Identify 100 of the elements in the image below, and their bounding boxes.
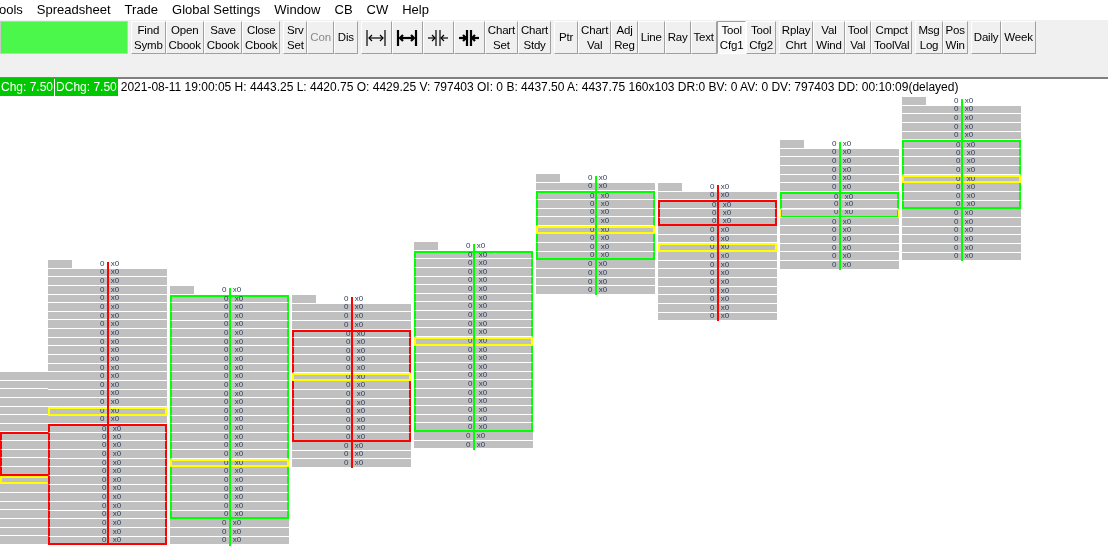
menu-item[interactable]: Trade <box>124 0 159 20</box>
volume-cell: 0 x0 <box>780 260 899 270</box>
narrow-arrows-icon <box>427 28 450 47</box>
volume-cell: 0 x0 <box>292 415 411 425</box>
volume-cell: 0 x0 <box>780 165 899 175</box>
volume-cell: 0 x0 <box>658 200 777 209</box>
volume-cell: 0 x0 <box>48 467 167 476</box>
toolbar-button[interactable]: Val Wind <box>813 21 845 54</box>
volume-cell: 0 x0 <box>48 441 167 451</box>
volume-cell: 0 x0 <box>536 243 655 252</box>
volume-cell: 0 x0 <box>658 312 777 322</box>
volume-cell: 0 x0 <box>170 329 289 338</box>
toolbar-icon-button[interactable] <box>360 21 392 54</box>
toolbar-button[interactable]: Pos Win <box>942 21 968 54</box>
toolbar-button[interactable]: Tool Val <box>844 21 871 54</box>
volume-cell: 0 x0 <box>170 303 289 312</box>
volume-cell: 0 x0 <box>170 467 289 477</box>
menu-item[interactable]: Spreadsheet <box>36 0 111 20</box>
volume-cell: 0 x0 <box>658 295 777 304</box>
volume-cell: 0 x0 <box>170 398 289 407</box>
toolbar-button[interactable]: Msg Log <box>915 21 943 54</box>
volume-cell: 0 x0 <box>536 260 655 270</box>
toolbar-button[interactable]: Cmpct ToolVal <box>870 21 913 54</box>
volume-cell: 0 x0 <box>902 217 1021 227</box>
volume-cell: 0 x0 <box>292 433 411 442</box>
volume-cell: 0 x0 <box>170 311 289 321</box>
volume-cell: 0 x0 <box>658 269 777 279</box>
toolbar-button[interactable]: Line <box>637 21 665 54</box>
toolbar-button[interactable]: Adj Reg <box>611 21 638 54</box>
menu-item[interactable]: CB <box>334 0 353 20</box>
volume-cell: 0 x0 <box>170 450 289 459</box>
toolbar-button[interactable]: Tool Cfg1 <box>716 21 747 54</box>
volume-cell: 0 x0 <box>902 252 1021 262</box>
volume-cell: 0 x0 <box>170 346 289 356</box>
toolbar-icon-button[interactable] <box>453 21 485 54</box>
volume-cell: 0 x0 <box>48 380 167 390</box>
volume-cell: 0 x0 <box>170 355 289 364</box>
volume-cell: 0 x0 <box>292 407 411 416</box>
volume-cell: 0 x0 <box>414 362 533 372</box>
volume-cell: 0 x0 <box>292 390 411 399</box>
volume-cell: 0 x0 <box>658 208 777 218</box>
toolbar-button[interactable]: Tool Cfg2 <box>746 21 776 54</box>
toolbar-icon-button[interactable] <box>422 21 454 54</box>
change-badge: DChg: 7.50 <box>55 78 118 96</box>
volume-cell: 0 x0 <box>780 200 899 210</box>
menu-item[interactable]: Window <box>274 0 321 20</box>
volume-cell: 0 x0 <box>536 191 655 200</box>
volume-cell: 0 x0 <box>48 493 167 502</box>
volume-cell: 0 x0 <box>48 277 167 286</box>
volume-cell: 0 x0 <box>658 303 777 313</box>
toolbar-button[interactable]: Text <box>690 21 717 54</box>
volume-cell: 0 x0 <box>414 267 533 277</box>
volume-cell: 0 x0 <box>170 406 289 416</box>
menu-item[interactable]: Global Settings <box>172 0 261 20</box>
menu-item[interactable]: ools <box>0 0 23 20</box>
toolbar-button[interactable]: Chart Stdy <box>518 21 552 54</box>
volume-cell: 0 x0 <box>48 346 167 356</box>
toolbar-icon-button[interactable] <box>391 21 423 54</box>
volume-cell: 0 x0 <box>536 269 655 278</box>
toolbar-button[interactable]: Chart Set <box>484 21 518 54</box>
volume-cell: 0 x0 <box>48 476 167 485</box>
toolbar-button[interactable]: Rplay Chrt <box>778 21 814 54</box>
volume-cell: 0 x0 <box>170 493 289 502</box>
toolbar-button[interactable]: Save Cbook <box>203 21 243 54</box>
volume-cell: 0 x0 <box>414 302 533 312</box>
volume-cell: 0 x0 <box>48 536 167 546</box>
menu-item[interactable]: Help <box>402 0 429 20</box>
volume-cell: 0 x0 <box>902 122 1021 132</box>
volume-cell: 0 x0 <box>414 423 533 433</box>
volume-cell: 0 x0 <box>170 536 289 546</box>
volume-cell: 0 x0 <box>536 199 655 209</box>
menu-item[interactable]: CW <box>366 0 389 20</box>
volume-cell: 0 x0 <box>902 140 1021 149</box>
volume-cell: 0 x0 <box>414 354 533 363</box>
toolbar-button[interactable]: Dis <box>333 21 358 54</box>
volume-cell: 0 x0 <box>170 502 289 511</box>
volume-cell: 0 x0 <box>902 183 1021 193</box>
volume-cell: 0 x0 <box>48 501 167 511</box>
volume-cell: 0 x0 <box>414 432 533 441</box>
toolbar-button[interactable]: Week <box>1001 21 1036 54</box>
toolbar-button[interactable]: Daily <box>970 21 1002 54</box>
volume-cell: 0 x0 <box>780 235 899 244</box>
volume-cell: 0 x0 <box>48 329 167 338</box>
volume-cell: 0 x0 <box>536 217 655 226</box>
toolbar-button[interactable]: Close Cbook <box>242 21 281 54</box>
symbol-field[interactable] <box>0 21 128 54</box>
quote-info: 2021-08-11 19:00:05 H: 4443.25 L: 4420.75 O: 4429.25 V: 797403 OI: 0 B: 4437.50 A: 4437.75 160x103 DR:0 BV: 0 AV: 0 DV: 797403 DD: 00:10:09(delayed) <box>120 79 959 96</box>
volume-cell: 0 x0 <box>292 459 411 468</box>
volume-cell: 0 x0 <box>292 312 411 321</box>
volume-cell: 0 x0 <box>292 320 411 330</box>
toolbar-button[interactable]: Srv Set <box>283 21 308 54</box>
toolbar-button[interactable]: Open Cbook <box>165 21 204 54</box>
toolbar-button[interactable]: Chart Val <box>578 21 612 54</box>
volume-cell: 0 x0 <box>902 157 1021 167</box>
toolbar-button[interactable]: Ray <box>664 21 691 54</box>
volume-cell: 0 x0 <box>780 252 899 261</box>
volume-cell: 0 x0 <box>48 320 167 330</box>
toolbar-button[interactable]: Ptr <box>554 21 579 54</box>
toolbar-button[interactable]: Find Symb <box>131 21 166 54</box>
volume-cell: 0 x0 <box>780 157 899 166</box>
